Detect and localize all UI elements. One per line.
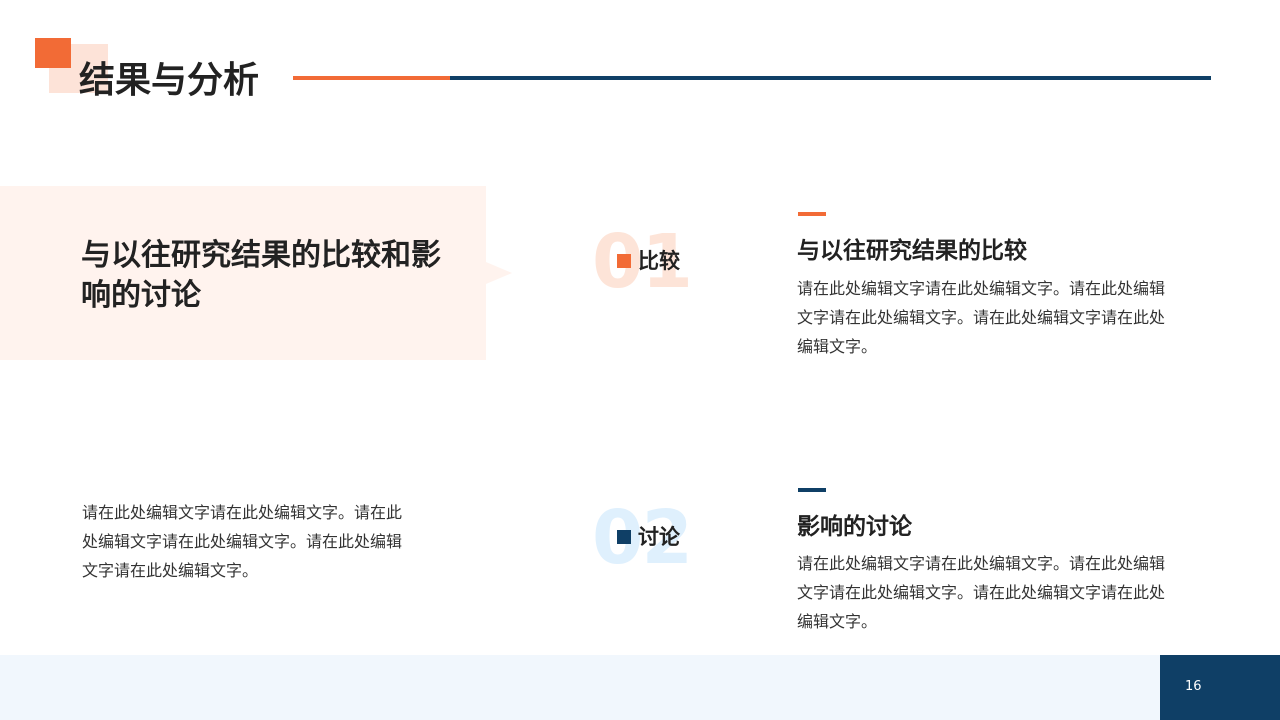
panel-title: 与以往研究结果的比较和影响的讨论 [81,238,441,313]
footer-band [0,655,1160,720]
header-rule-orange [293,76,450,80]
item-marker-1 [617,254,631,268]
footer-page-box [1160,655,1280,720]
item-accent-bar-1 [798,212,826,216]
page-title: 结果与分析 [79,60,260,101]
item-title-2: 影响的讨论 [797,514,912,540]
item-title-1: 与以往研究结果的比较 [797,238,1027,264]
page-number: 16 [1185,679,1202,694]
item-accent-bar-2 [798,488,826,492]
item-body-2: 请在此处编辑文字请在此处编辑文字。请在此处编辑文字请在此处编辑文字。请在此处编辑… [797,554,1166,631]
header-rule-navy [450,76,1211,80]
item-label-2: 讨论 [638,525,680,549]
item-marker-2 [617,530,631,544]
item-body-1: 请在此处编辑文字请在此处编辑文字。请在此处编辑文字请在此处编辑文字。请在此处编辑… [797,279,1166,356]
left-body-text: 请在此处编辑文字请在此处编辑文字。请在此处编辑文字请在此处编辑文字。请在此处编辑… [82,503,403,580]
header-decor-orange-square [35,38,71,68]
panel-pointer-arrow [486,262,512,284]
item-label-1: 比较 [638,249,680,273]
